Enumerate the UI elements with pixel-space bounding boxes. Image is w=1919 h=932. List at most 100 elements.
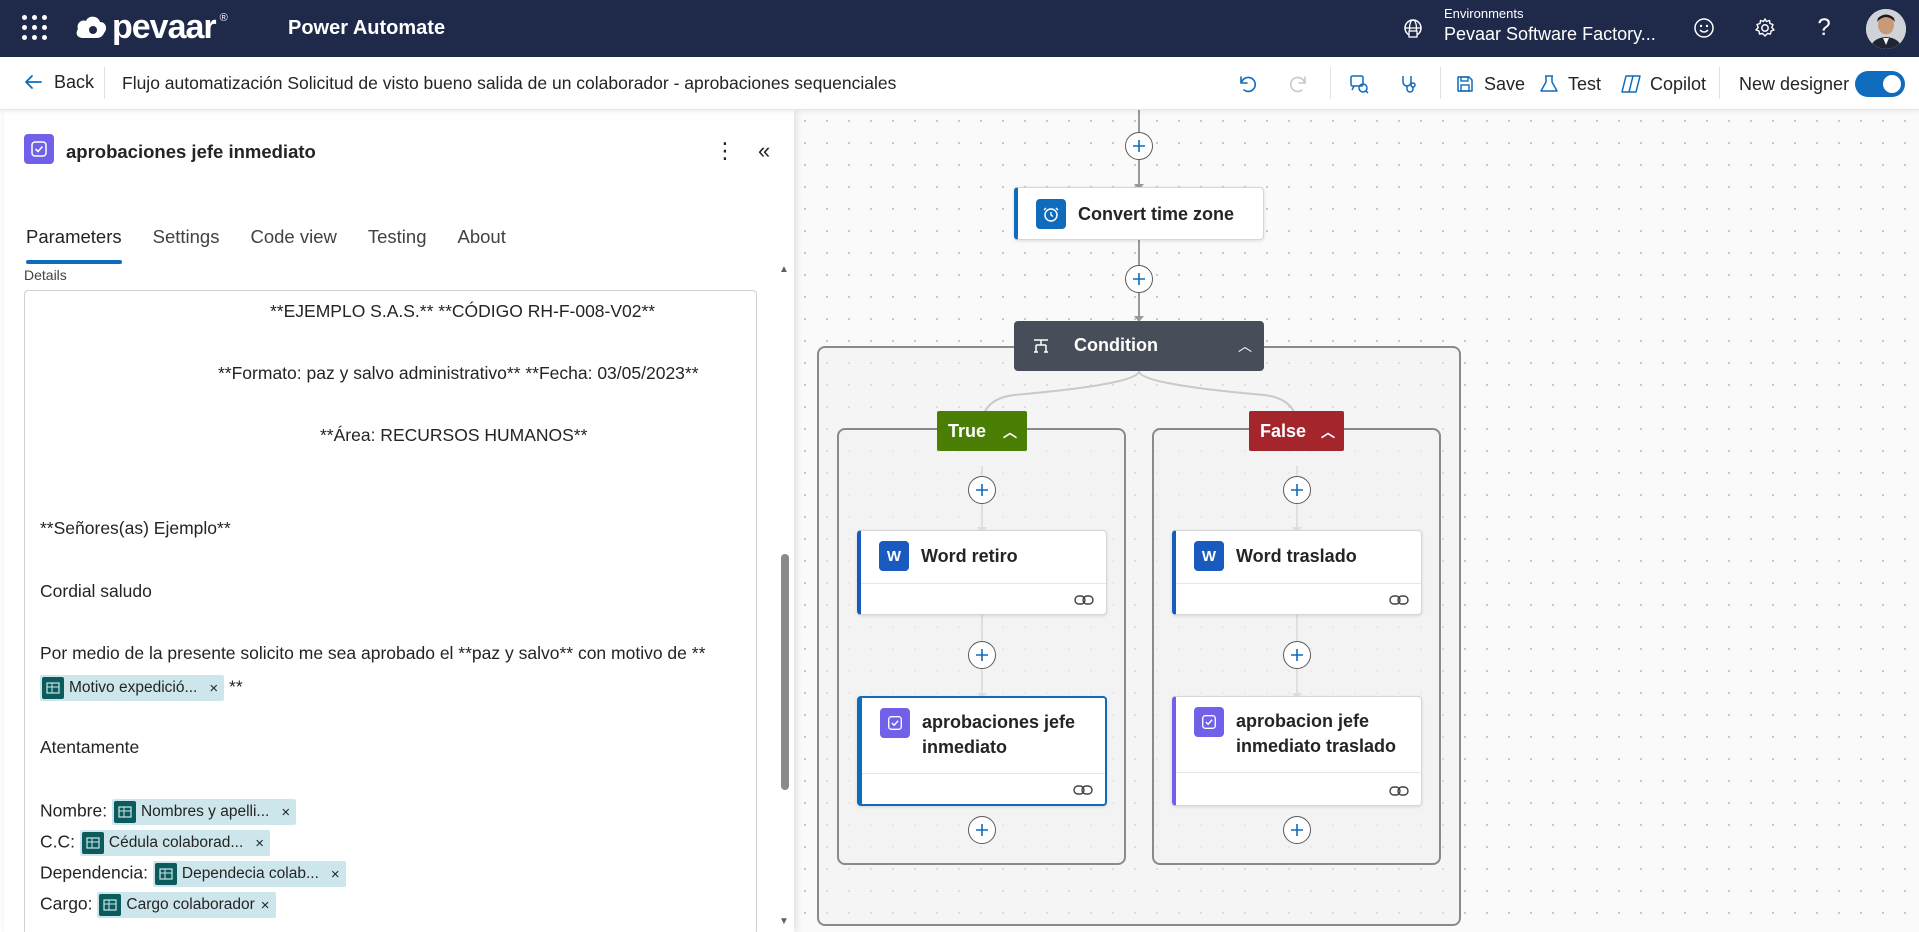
clock-icon [1036, 199, 1066, 229]
editor-line: **Formato: paz y salvo administrativo** … [218, 363, 699, 383]
dynamic-content-token[interactable]: Nombres y apelli... × [111, 799, 297, 825]
dynamic-content-token[interactable]: Dependecia colab... × [152, 861, 346, 887]
flow-checker-button[interactable] [1348, 69, 1370, 99]
test-button[interactable]: Test [1538, 69, 1601, 99]
word-traslado-action[interactable]: W Word traslado [1172, 530, 1422, 615]
insert-step-button[interactable] [968, 476, 996, 504]
insert-step-button[interactable] [1283, 476, 1311, 504]
redo-icon [1290, 76, 1306, 93]
excel-table-icon [99, 894, 122, 916]
environment-globe-icon[interactable] [1401, 16, 1425, 40]
convert-time-zone-action[interactable]: Convert time zone [1014, 187, 1264, 240]
new-designer-label: New designer [1739, 73, 1850, 94]
insert-step-button[interactable] [1125, 132, 1153, 160]
redo-button[interactable] [1288, 69, 1310, 99]
remove-token-icon[interactable]: × [331, 866, 340, 883]
brand-name: pevaar [112, 8, 217, 46]
beaker-icon [1540, 75, 1558, 92]
collapse-panel-icon[interactable]: « [758, 138, 770, 164]
user-avatar[interactable] [1866, 9, 1906, 49]
editor-line: C.C: Cédula colaborad... × [40, 830, 271, 856]
back-label: Back [54, 71, 95, 92]
true-label: True [948, 420, 987, 441]
editor-line: Dependencia: Dependecia colab... × [40, 861, 346, 887]
true-branch-label[interactable]: True ︿ [937, 411, 1027, 451]
divider [1330, 67, 1331, 99]
insert-step-button[interactable] [1283, 816, 1311, 844]
word-icon: W [879, 541, 909, 571]
feedback-smiley-icon[interactable] [1690, 14, 1718, 42]
chevron-up-icon[interactable]: ︿ [1238, 336, 1252, 356]
approvals-icon [1194, 707, 1224, 737]
condition-action[interactable]: Condition ︿ [1014, 321, 1264, 371]
flow-diagnostics-button[interactable] [1398, 69, 1420, 99]
editor-line: Motivo expedició... × ** [40, 675, 243, 701]
chevron-up-icon[interactable]: ︿ [1003, 422, 1017, 442]
remove-token-icon[interactable]: × [255, 835, 264, 852]
details-editor[interactable]: **EJEMPLO S.A.S.** **CÓDIGO RH-F-008-V02… [24, 290, 757, 932]
insert-step-button[interactable] [1125, 265, 1153, 293]
approvals-icon [24, 134, 54, 164]
app-name[interactable]: Power Automate [288, 17, 445, 40]
tab-settings[interactable]: Settings [153, 226, 220, 248]
excel-table-icon [81, 832, 104, 854]
tab-testing[interactable]: Testing [368, 226, 427, 248]
copilot-icon [1621, 75, 1641, 93]
tab-about[interactable]: About [458, 226, 506, 248]
editor-line: **Señores(as) Ejemplo** [40, 518, 231, 538]
scrollbar-thumb[interactable] [781, 554, 789, 790]
undo-button[interactable] [1236, 69, 1258, 99]
aprobacion-jefe-inmediato-traslado-action[interactable]: aprobacion jefe inmediato traslado [1172, 696, 1422, 806]
command-bar: Back Flujo automatización Solicitud de v… [0, 57, 1919, 110]
plus-icon [976, 649, 988, 661]
link-icon[interactable] [1389, 785, 1409, 797]
scroll-up-icon[interactable]: ▲ [779, 264, 789, 275]
copilot-button[interactable]: Copilot [1620, 69, 1706, 99]
panel-scrollbar[interactable]: ▲ ▼ [778, 264, 790, 930]
dynamic-content-token[interactable]: Cédula colaborad... × [79, 830, 271, 856]
action-title: Word retiro [921, 546, 1018, 566]
save-button[interactable]: Save [1454, 69, 1525, 99]
divider [1176, 772, 1421, 773]
tab-code-view[interactable]: Code view [250, 226, 336, 248]
approvals-icon [880, 708, 910, 738]
insert-step-button[interactable] [1283, 641, 1311, 669]
link-icon[interactable] [1074, 594, 1094, 606]
false-branch-label[interactable]: False ︿ [1249, 411, 1344, 451]
action-title: aprobaciones jefe inmediato [922, 712, 1076, 757]
link-icon[interactable] [1073, 784, 1093, 796]
help-question-icon[interactable]: ? [1810, 14, 1838, 42]
dynamic-content-token[interactable]: Cargo colaborador × [97, 892, 276, 918]
panel-title[interactable]: aprobaciones jefe inmediato [66, 141, 316, 163]
scroll-down-icon[interactable]: ▼ [779, 916, 789, 927]
insert-step-button[interactable] [968, 816, 996, 844]
condition-title: Condition [1074, 335, 1158, 355]
dynamic-content-token[interactable]: Motivo expedició... × [40, 675, 225, 701]
field-label: Cargo: [40, 893, 93, 914]
remove-token-icon[interactable]: × [261, 897, 270, 914]
insert-step-button[interactable] [968, 641, 996, 669]
plus-icon [1291, 824, 1303, 836]
remove-token-icon[interactable]: × [281, 804, 290, 821]
editor-text: ** [229, 676, 243, 697]
flow-canvas[interactable]: Convert time zone Condition ︿ True ︿ Fal… [794, 110, 1919, 932]
field-label: Nombre: [40, 800, 108, 821]
remove-token-icon[interactable]: × [209, 680, 218, 697]
aprobaciones-jefe-inmediato-action[interactable]: aprobaciones jefe inmediato [857, 696, 1107, 806]
environment-label: Environments [1444, 6, 1524, 21]
test-label: Test [1568, 73, 1602, 94]
app-launcher-icon[interactable] [22, 15, 48, 41]
tab-parameters[interactable]: Parameters [26, 226, 122, 264]
word-retiro-action[interactable]: W Word retiro [857, 530, 1107, 615]
flow-title[interactable]: Flujo automatización Solicitud de visto … [122, 73, 896, 94]
environment-picker[interactable]: Pevaar Software Factory... [1444, 24, 1656, 45]
flow-checker-icon [1350, 75, 1369, 94]
new-designer-toggle[interactable] [1855, 71, 1905, 97]
back-button[interactable]: Back [22, 71, 94, 93]
word-icon: W [1194, 541, 1224, 571]
link-icon[interactable] [1389, 594, 1409, 606]
settings-gear-icon[interactable] [1751, 14, 1779, 42]
more-options-icon[interactable]: ⋮ [714, 138, 736, 164]
editor-line: Cargo: Cargo colaborador × [40, 892, 276, 918]
chevron-up-icon[interactable]: ︿ [1321, 422, 1335, 442]
